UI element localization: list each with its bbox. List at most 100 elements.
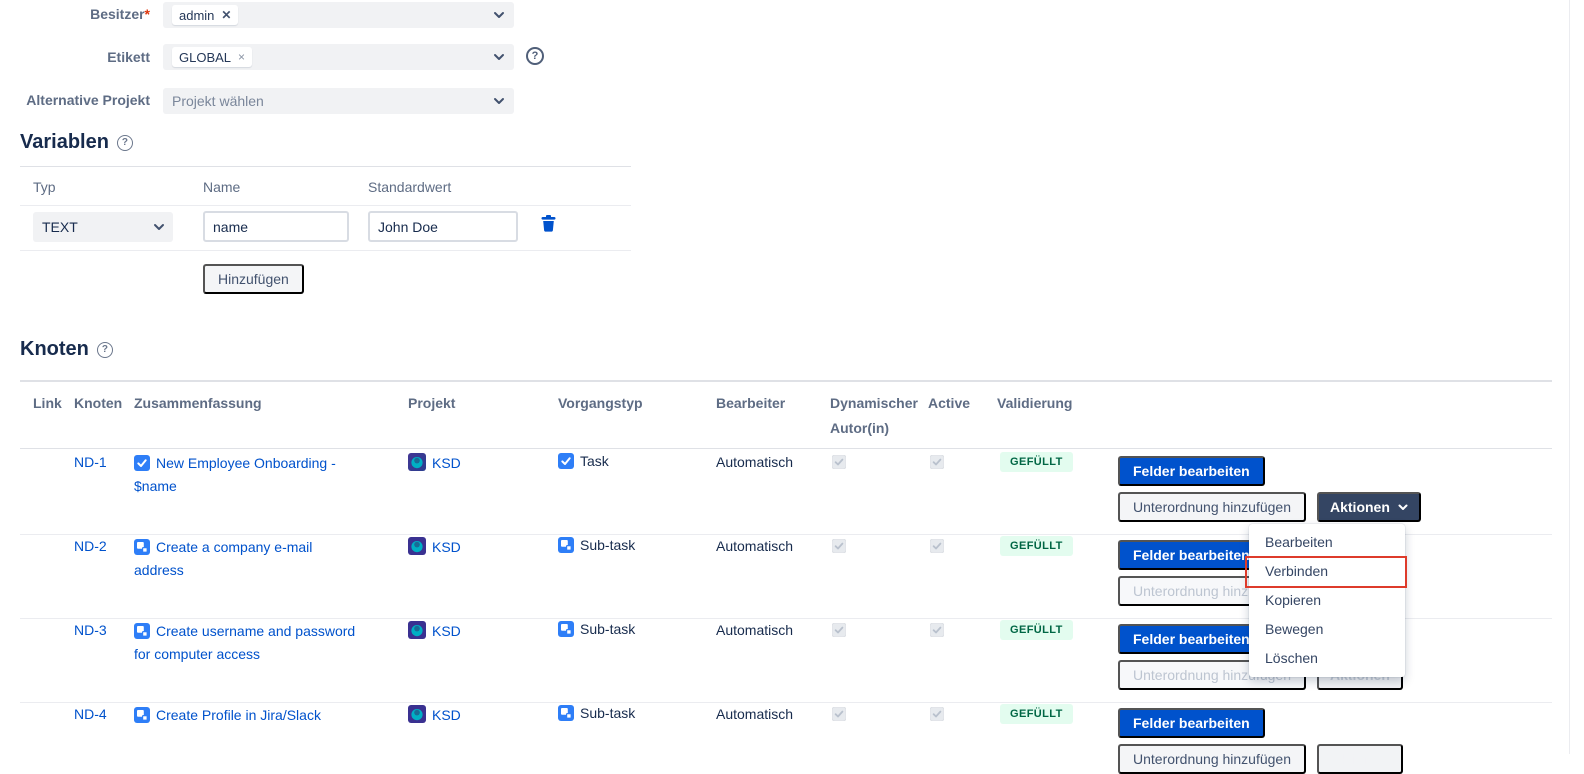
assignee-text: Automatisch: [716, 538, 793, 554]
chevron-down-icon: [493, 97, 505, 105]
question-circle-icon[interactable]: ?: [97, 342, 113, 358]
project-avatar-icon: [408, 453, 426, 474]
question-circle-icon[interactable]: ?: [117, 135, 133, 151]
chevron-down-icon: [1398, 504, 1408, 511]
project-text: KSD: [432, 623, 461, 639]
assignee-text: Automatisch: [716, 454, 793, 470]
col-active: Active: [928, 395, 970, 411]
validation-badge: GEFÜLLT: [1000, 620, 1073, 640]
active-checkbox: [930, 539, 944, 553]
edit-fields-button[interactable]: Felder bearbeiten: [1118, 456, 1265, 486]
owner-chip-label: admin: [179, 8, 214, 23]
node-id-link[interactable]: ND-2: [74, 538, 107, 554]
owner-select[interactable]: admin ✕: [163, 2, 514, 28]
edit-fields-button[interactable]: Felder bearbeiten: [1118, 624, 1265, 654]
col-knoten: Knoten: [74, 395, 122, 411]
chevron-down-icon: [153, 223, 165, 231]
node-id-link[interactable]: ND-4: [74, 706, 107, 722]
node-summary-link[interactable]: Create username and password for compute…: [134, 621, 364, 664]
divider: [20, 205, 631, 206]
question-circle-icon[interactable]: ?: [526, 47, 544, 65]
subtask-icon: [134, 707, 150, 728]
project-text: KSD: [432, 455, 461, 471]
scrollbar-track-line: [1569, 0, 1570, 754]
nodes-section-title: Knoten ?: [20, 338, 113, 361]
variables-title-text: Variablen: [20, 131, 109, 154]
menu-item-kopieren[interactable]: Kopieren: [1249, 586, 1405, 615]
var-type-select[interactable]: TEXT: [33, 212, 173, 242]
row-divider: [20, 702, 1552, 703]
menu-item-loeschen[interactable]: Löschen: [1249, 644, 1405, 673]
task-icon: [134, 455, 150, 476]
nodes-title-text: Knoten: [20, 338, 89, 361]
alt-project-placeholder: Projekt wählen: [172, 93, 264, 109]
project-text: KSD: [432, 707, 461, 723]
chip-remove-icon[interactable]: ×: [238, 50, 245, 64]
validation-badge: GEFÜLLT: [1000, 704, 1073, 724]
actions-button-label: Aktionen: [1330, 499, 1390, 515]
alt-project-select[interactable]: Projekt wählen: [163, 88, 514, 114]
col-issue-type: Vorgangstyp: [558, 395, 643, 411]
node-id-link[interactable]: ND-1: [74, 454, 107, 470]
owner-chip: admin ✕: [172, 5, 238, 25]
add-variable-button[interactable]: Hinzufügen: [203, 264, 304, 294]
col-assignee: Bearbeiter: [716, 395, 785, 411]
actions-dropdown-menu: Bearbeiten Verbinden Kopieren Bewegen Lö…: [1249, 524, 1405, 677]
owner-label: Besitzer*: [0, 2, 150, 27]
project-text: KSD: [432, 539, 461, 555]
node-summary-link[interactable]: New Employee Onboarding - $name: [134, 453, 364, 496]
menu-item-bewegen[interactable]: Bewegen: [1249, 615, 1405, 644]
divider: [20, 166, 631, 167]
node-id-link[interactable]: ND-3: [74, 622, 107, 638]
col-link: Link: [33, 395, 62, 411]
summary-text: Create username and password for compute…: [134, 623, 355, 662]
col-project: Projekt: [408, 395, 455, 411]
menu-item-bearbeiten[interactable]: Bearbeiten: [1249, 528, 1405, 557]
node-summary-link[interactable]: Create a company e-mail address: [134, 537, 364, 580]
validation-badge: GEFÜLLT: [1000, 536, 1073, 556]
subtask-icon: [134, 623, 150, 644]
assignee-text: Automatisch: [716, 622, 793, 638]
summary-text: Create a company e-mail address: [134, 539, 312, 578]
add-subtask-button[interactable]: Unterordnung hinzufügen: [1118, 744, 1306, 774]
annotation-highlight-box: [1245, 556, 1407, 588]
active-checkbox: [930, 707, 944, 721]
etikett-label: Etikett: [0, 45, 150, 70]
chevron-down-icon: [493, 53, 505, 61]
validation-badge: GEFÜLLT: [1000, 452, 1073, 472]
dynamic-author-checkbox: [832, 623, 846, 637]
actions-button[interactable]: Aktionen: [1317, 744, 1403, 774]
add-subtask-button[interactable]: Unterordnung hinzufügen: [1118, 492, 1306, 522]
header-underline: [20, 448, 1552, 449]
var-col-default: Standardwert: [368, 179, 451, 195]
project-link[interactable]: KSD: [408, 705, 461, 726]
issue-type-cell: Task: [558, 453, 609, 472]
alt-project-label: Alternative Projekt: [0, 88, 150, 113]
dynamic-author-checkbox: [832, 707, 846, 721]
required-asterisk: *: [145, 6, 150, 22]
task-icon: [558, 453, 574, 472]
edit-fields-button[interactable]: Felder bearbeiten: [1118, 708, 1265, 738]
var-name-input[interactable]: [203, 211, 349, 242]
active-checkbox: [930, 455, 944, 469]
table-top-border: [20, 380, 1552, 382]
issue-type-cell: Sub-task: [558, 537, 635, 556]
subtask-icon: [558, 705, 574, 724]
project-link[interactable]: KSD: [408, 537, 461, 558]
issue-type-text: Sub-task: [580, 705, 635, 721]
summary-text: New Employee Onboarding - $name: [134, 455, 336, 494]
project-link[interactable]: KSD: [408, 621, 461, 642]
node-summary-link[interactable]: Create Profile in Jira/Slack: [134, 705, 364, 728]
issue-type-text: Sub-task: [580, 537, 635, 553]
etikett-select[interactable]: GLOBAL ×: [163, 44, 514, 70]
project-link[interactable]: KSD: [408, 453, 461, 474]
col-summary: Zusammenfassung: [134, 395, 262, 411]
actions-button[interactable]: Aktionen: [1317, 492, 1421, 522]
chip-remove-icon[interactable]: ✕: [221, 8, 231, 22]
trash-icon[interactable]: [540, 214, 557, 235]
issue-type-text: Sub-task: [580, 621, 635, 637]
var-default-input[interactable]: [368, 211, 518, 242]
dynamic-author-checkbox: [832, 455, 846, 469]
var-type-value: TEXT: [42, 219, 78, 235]
edit-fields-button[interactable]: Felder bearbeiten: [1118, 540, 1265, 570]
